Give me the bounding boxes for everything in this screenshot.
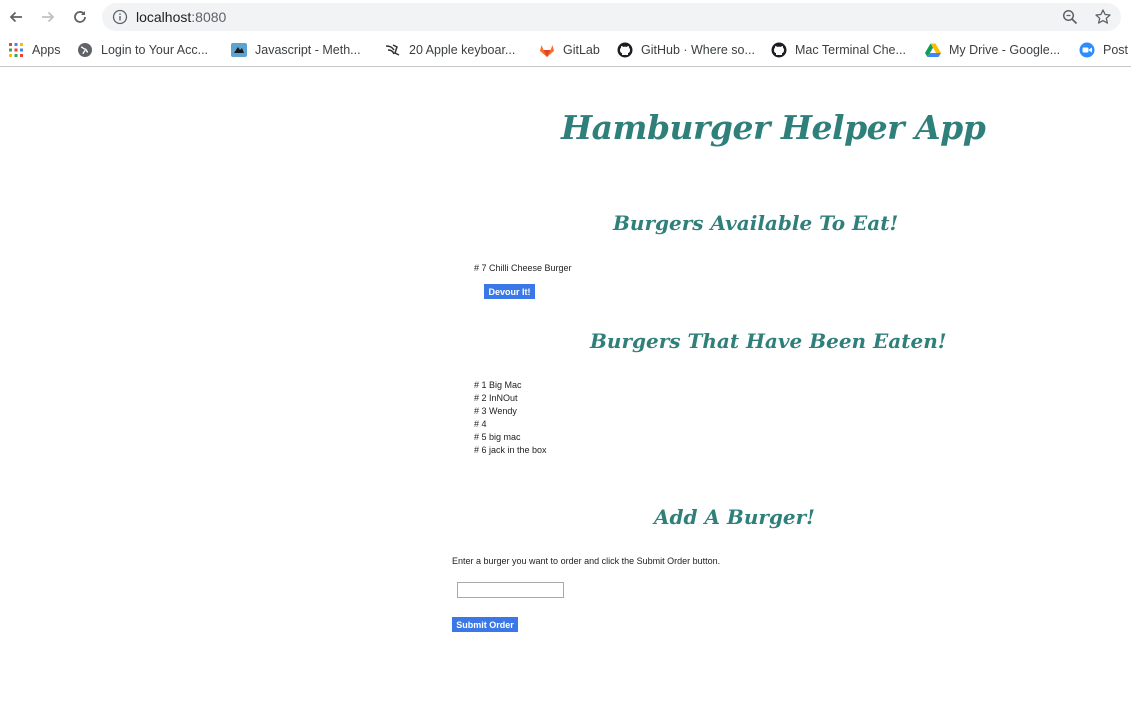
eaten-item: # 6 jack in the box — [474, 445, 547, 455]
gitlab-icon — [539, 42, 555, 58]
burger-name-input[interactable] — [457, 582, 564, 598]
bookmark-label: 20 Apple keyboar... — [409, 43, 516, 57]
zoom-video-icon — [1079, 42, 1095, 58]
bookmark-javascript[interactable]: Javascript - Meth... — [231, 41, 361, 59]
github-icon — [617, 42, 633, 58]
bookmark-label: GitHub · Where so... — [641, 43, 755, 57]
bookmark-label: My Drive - Google... — [949, 43, 1061, 57]
zoom-magnifier-icon[interactable] — [1062, 9, 1078, 25]
eaten-item: # 2 InNOut — [474, 393, 518, 403]
url-port: :8080 — [191, 9, 227, 25]
page-content: Hamburger Helper App Burgers Available T… — [0, 68, 1131, 715]
bookmarks-bar: Apps Login to Your Acc... Javascript - M… — [0, 34, 1131, 67]
eaten-item: # 3 Wendy — [474, 406, 517, 416]
url-host: localhost — [136, 9, 192, 25]
bookmark-github[interactable]: GitHub · Where so... — [617, 41, 755, 59]
bookmark-label: GitLab — [563, 43, 600, 57]
bird-logo-icon — [385, 42, 401, 58]
page-title: Hamburger Helper App — [561, 108, 986, 147]
bookmark-google-drive[interactable]: My Drive - Google... — [925, 41, 1060, 59]
bookmark-post[interactable]: Post — [1079, 41, 1128, 59]
forward-arrow-icon[interactable] — [36, 5, 60, 29]
reload-icon[interactable] — [68, 5, 92, 29]
globe-icon — [77, 42, 93, 58]
github-icon — [771, 42, 787, 58]
javascript-site-icon — [231, 42, 247, 58]
add-burger-instructions: Enter a burger you want to order and cli… — [452, 556, 721, 566]
google-drive-icon — [925, 42, 941, 58]
eaten-item: # 5 big mac — [474, 432, 521, 442]
bookmark-label: Javascript - Meth... — [255, 43, 361, 57]
bookmark-label: Post — [1103, 43, 1129, 57]
bookmark-gitlab[interactable]: GitLab — [539, 41, 600, 59]
back-arrow-icon[interactable] — [4, 5, 28, 29]
bookmark-login[interactable]: Login to Your Acc... — [77, 41, 208, 59]
browser-toolbar: localhost:8080 — [0, 0, 1131, 34]
apps-grid-icon — [8, 42, 24, 58]
devour-button[interactable]: Devour It! — [484, 284, 535, 299]
eaten-item: # 1 Big Mac — [474, 380, 522, 390]
eaten-heading: Burgers That Have Been Eaten! — [590, 329, 947, 353]
submit-order-button[interactable]: Submit Order — [452, 617, 518, 632]
available-heading: Burgers Available To Eat! — [613, 211, 899, 235]
bookmark-label: Login to Your Acc... — [101, 43, 209, 57]
bookmark-label: Mac Terminal Che... — [795, 43, 906, 57]
info-icon[interactable] — [112, 9, 128, 25]
eaten-item: # 4 — [474, 419, 487, 429]
url-text[interactable]: localhost:8080 — [136, 9, 226, 25]
address-bar[interactable]: localhost:8080 — [102, 3, 1121, 31]
available-burger-item: # 7 Chilli Cheese Burger — [474, 263, 572, 273]
bookmark-label: Apps — [32, 43, 61, 57]
bookmark-apple-keyboard[interactable]: 20 Apple keyboar... — [385, 41, 515, 59]
bookmark-apps[interactable]: Apps — [8, 41, 61, 59]
eaten-list: # 1 Big Mac # 2 InNOut # 3 Wendy # 4 # 5… — [474, 379, 547, 457]
add-burger-heading: Add A Burger! — [654, 505, 815, 529]
bookmark-mac-terminal[interactable]: Mac Terminal Che... — [771, 41, 906, 59]
bookmark-star-icon[interactable] — [1094, 8, 1112, 26]
